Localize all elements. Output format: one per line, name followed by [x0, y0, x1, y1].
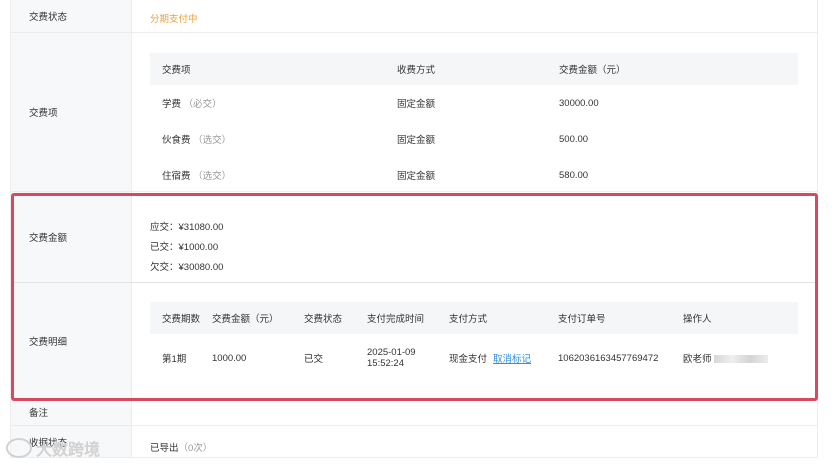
fee-name: 伙食费	[162, 135, 191, 146]
amount-owed: 欠交：¥30080.00	[150, 262, 224, 273]
cancel-mark-link[interactable]: 取消标记	[493, 354, 531, 365]
fee-items-table: 交费项 收费方式 交费金额（元） 学费 （必交） 固定金额 30000.00 伙…	[150, 53, 798, 193]
amount-summary: 应交：¥31080.00 已交：¥1000.00 欠交：¥30080.00	[150, 218, 223, 278]
status-value: 分期支付中	[150, 14, 198, 25]
order-no-cell: 1062036163457769472	[558, 352, 659, 364]
payment-detail-table: 交费期数 交费金额（元） 交费状态 支付完成时间 支付方式 支付订单号 操作人 …	[150, 302, 798, 382]
col-header: 收费方式	[397, 53, 559, 85]
operator-cell: 欧老师	[683, 334, 798, 382]
receipt-count: （0次）	[178, 443, 213, 454]
table-row: 住宿费 （选交） 固定金额 580.00	[150, 157, 798, 193]
table-row: 第1期 1000.00 已交 2025-01-09 15:52:24 现金支付 取消…	[150, 334, 798, 382]
fee-name: 学费	[162, 99, 182, 110]
fee-items-row: 交费项 交费项 收费方式 交费金额（元） 学费 （必交） 固定金额 30000.…	[11, 33, 817, 192]
redacted-blur	[713, 355, 768, 364]
col-header: 交费项	[150, 53, 397, 85]
status-row: 交费状态 分期支付中	[11, 0, 817, 33]
remark-row: 备注	[11, 399, 817, 426]
detail-label: 交费明细	[11, 283, 132, 398]
fee-tag: （必交）	[183, 99, 222, 110]
period-cell: 第1期	[162, 354, 187, 365]
table-header-row: 交费项 收费方式 交费金额（元）	[150, 53, 798, 85]
col-header: 交费金额（元）	[212, 302, 304, 334]
watermark-logo-icon	[6, 438, 32, 458]
fee-tag: （选交）	[193, 135, 232, 146]
col-header: 交费状态	[304, 302, 367, 334]
amount-label: 交费金额	[11, 192, 132, 282]
col-header: 交费期数	[150, 302, 212, 334]
payment-detail-row: 交费明细 交费期数 交费金额（元） 交费状态 支付完成时间 支付方式 支付订单号…	[11, 283, 817, 399]
receipt-value: 已导出	[150, 443, 179, 454]
time-cell: 2025-01-09 15:52:24	[367, 347, 416, 369]
col-header: 交费金额（元）	[559, 53, 798, 85]
fee-amount: 500.00	[559, 133, 589, 145]
remark-label: 备注	[11, 399, 132, 425]
fee-method: 固定金额	[397, 99, 436, 110]
fee-method: 固定金额	[397, 135, 436, 146]
fee-amount: 580.00	[559, 169, 589, 181]
receipt-status-row: 收据状态 已导出（0次）	[11, 426, 817, 458]
amount-row: 交费金额 应交：¥31080.00 已交：¥1000.00 欠交：¥30080.…	[11, 192, 817, 283]
col-header: 支付方式	[449, 302, 558, 334]
amount-cell: 1000.00	[212, 352, 247, 364]
fee-amount: 30000.00	[559, 97, 599, 109]
amount-paid: 已交：¥1000.00	[150, 242, 219, 253]
fee-items-label: 交费项	[11, 33, 132, 191]
status-cell: 已交	[304, 354, 324, 365]
fee-method: 固定金额	[397, 171, 436, 182]
col-header: 操作人	[683, 302, 798, 334]
col-header: 支付完成时间	[367, 302, 449, 334]
table-row: 学费 （必交） 固定金额 30000.00	[150, 85, 798, 121]
method-cell: 现金支付 取消标记	[449, 354, 532, 365]
fee-name: 住宿费	[162, 171, 191, 182]
amount-due: 应交：¥31080.00	[150, 222, 224, 233]
table-row: 伙食费 （选交） 固定金额 500.00	[150, 121, 798, 157]
fee-tag: （选交）	[193, 171, 232, 182]
fee-detail-grid: 交费状态 分期支付中 交费项 交费项 收费方式 交费金额（元） 学费 （必交） …	[10, 0, 818, 458]
col-header: 支付订单号	[558, 302, 683, 334]
table-header-row: 交费期数 交费金额（元） 交费状态 支付完成时间 支付方式 支付订单号 操作人	[150, 302, 798, 334]
watermark: 大数跨境	[6, 436, 100, 460]
status-label: 交费状态	[11, 0, 132, 32]
